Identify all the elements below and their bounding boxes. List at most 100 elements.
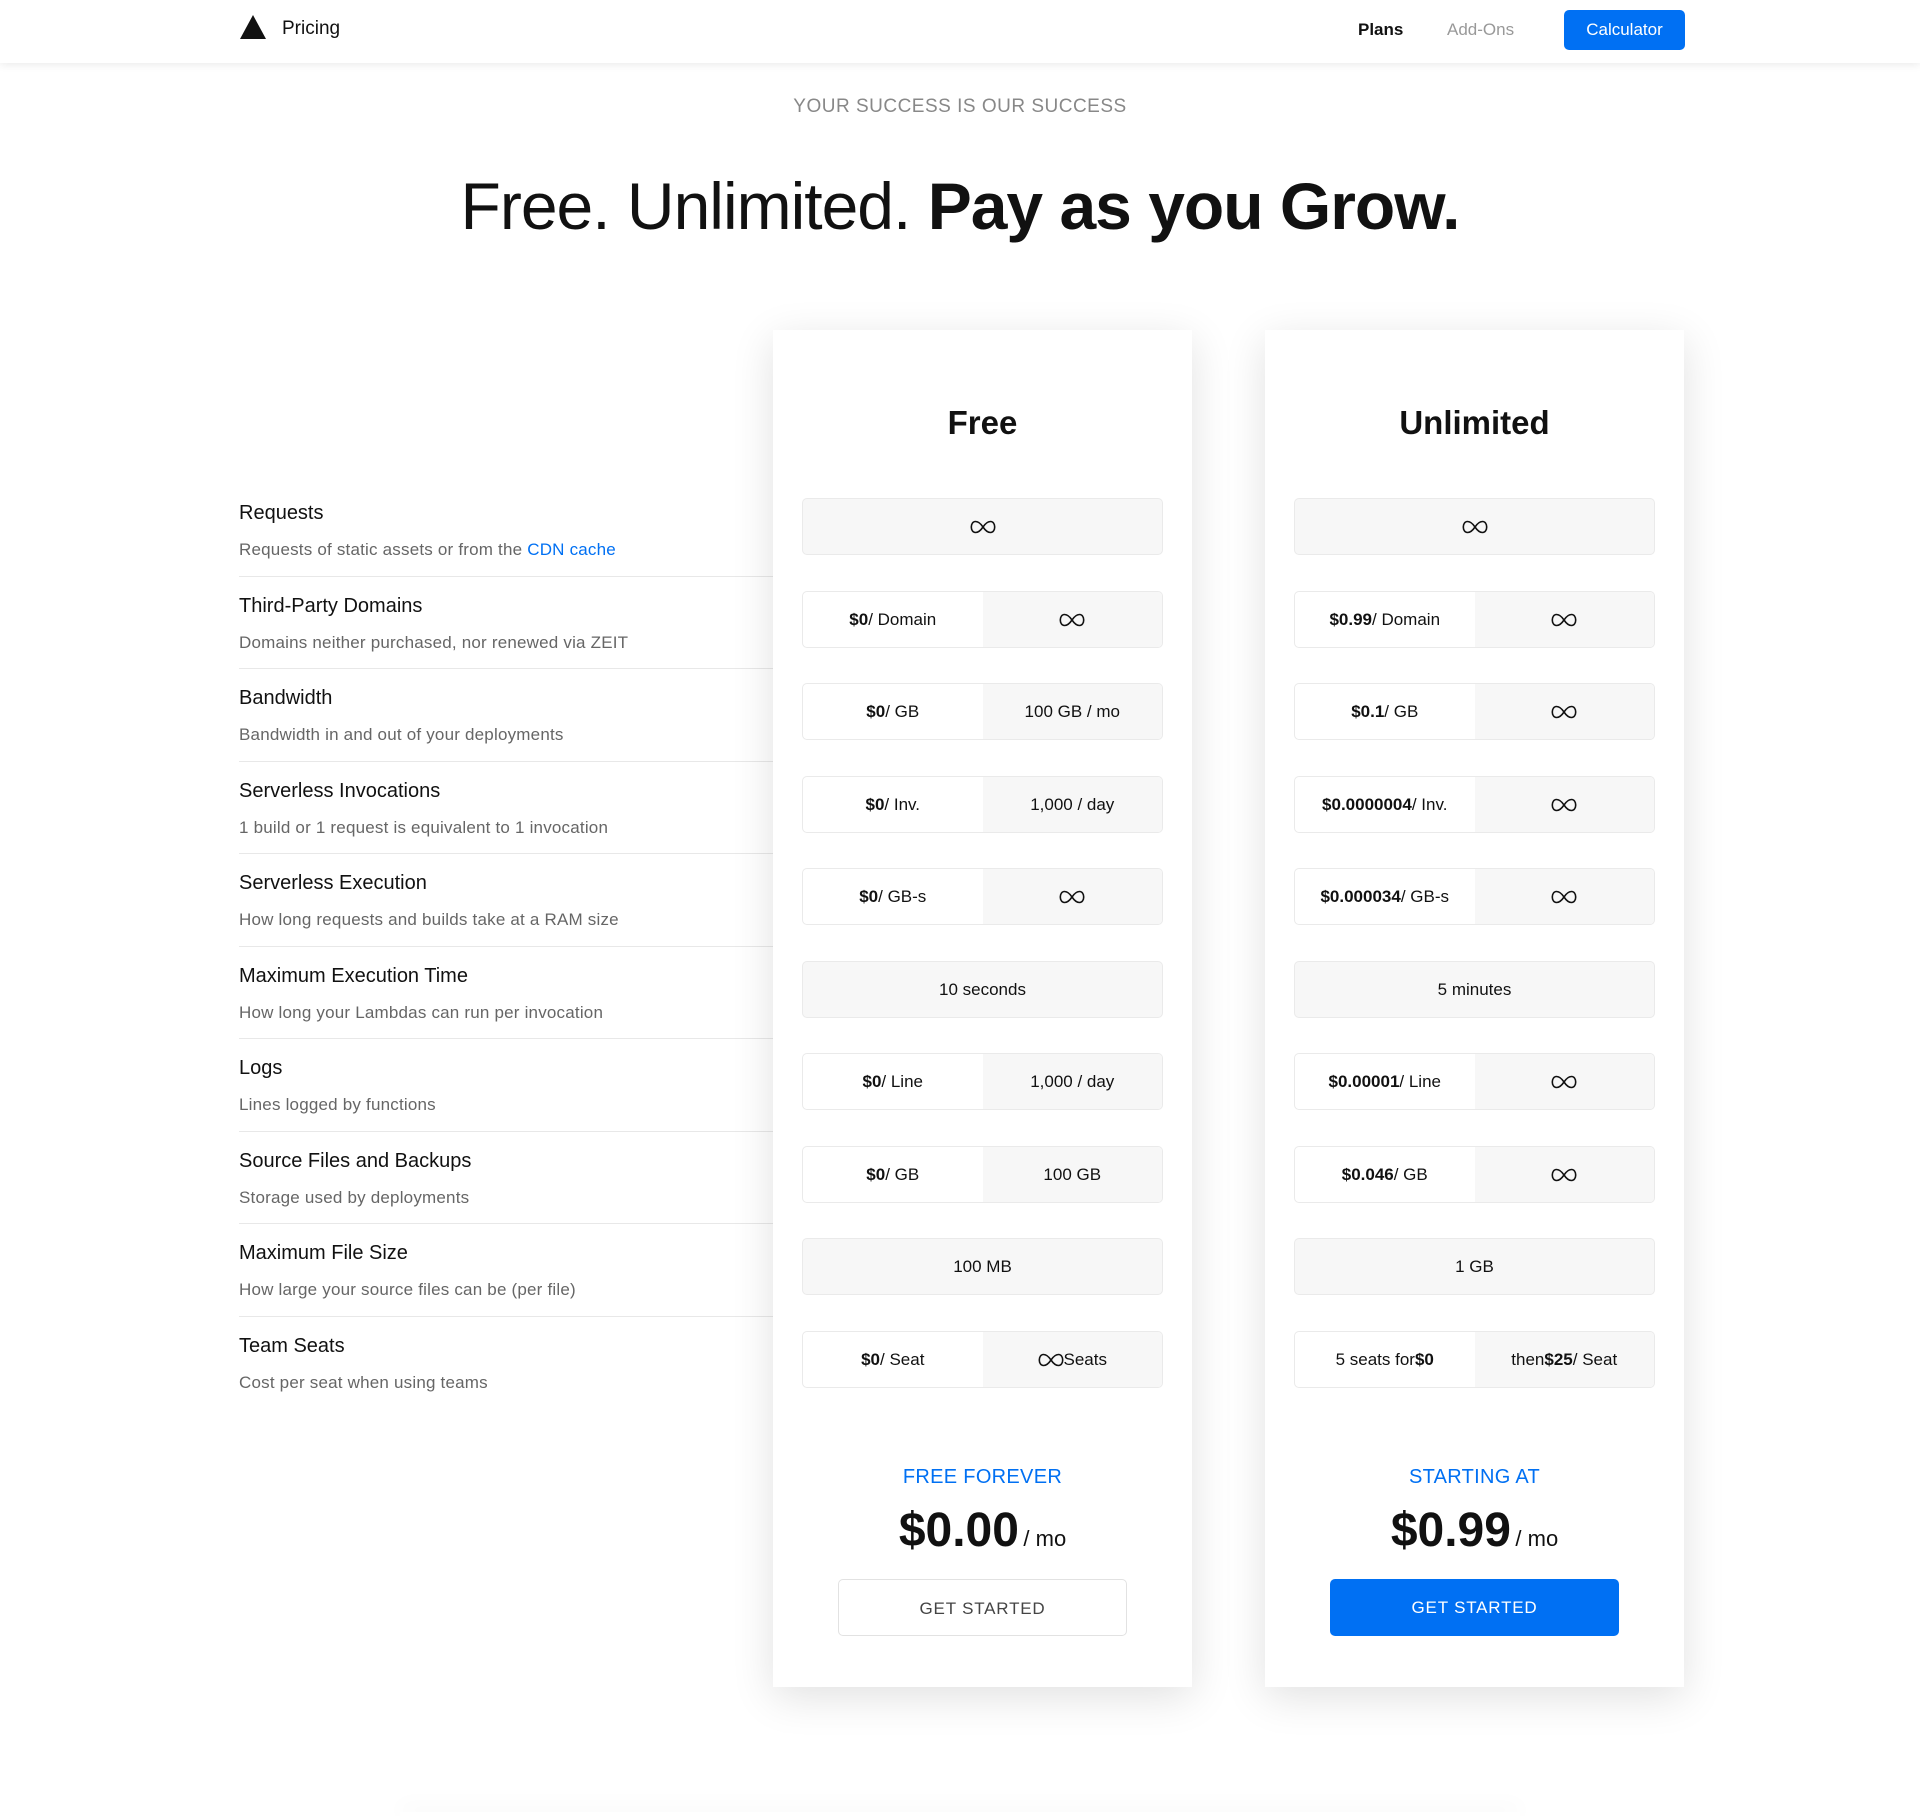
- feature-description: How long your Lambdas can run per invoca…: [239, 1002, 604, 1022]
- price-unit: / Domain: [868, 609, 937, 629]
- price-half: $0 / Seat: [803, 1332, 983, 1387]
- infinity-icon: [1551, 1075, 1577, 1089]
- price-amount: $0.046: [1341, 1164, 1394, 1184]
- domains-value: $0 / Domain: [802, 591, 1163, 648]
- price-eyebrow: STARTING AT: [1408, 1466, 1541, 1488]
- limit-half: [1474, 592, 1654, 647]
- hero-eyebrow: YOUR SUCCESS IS OUR SUCCESS: [793, 96, 1127, 117]
- price-unit: / GB-s: [1400, 886, 1450, 906]
- feature-row-serverless-execution: Serverless Execution How long requests a…: [239, 854, 773, 947]
- price-unit: / Line: [881, 1071, 923, 1091]
- feature-description: Requests of static assets or from the CD…: [239, 540, 616, 560]
- price-half: $0 / Line: [803, 1054, 983, 1109]
- feature-title: Logs: [239, 1057, 283, 1079]
- included-seats-half: 5 seats for $0: [1295, 1332, 1475, 1387]
- extra-seats-half: then $25 / Seat: [1474, 1332, 1654, 1387]
- feature-description-text: Requests of static assets or from the: [239, 540, 528, 559]
- price-unit: / Line: [1399, 1071, 1441, 1091]
- seat-price: $25: [1544, 1349, 1573, 1369]
- price-amount: $0.0000004: [1322, 794, 1412, 814]
- price-half: $0.000034 / GB-s: [1295, 869, 1475, 924]
- requests-value: [802, 498, 1163, 555]
- feature-row-max-file-size: Maximum File Size How large your source …: [239, 1224, 773, 1317]
- feature-row-logs: Logs Lines logged by functions: [239, 1039, 773, 1132]
- price-half: $0 / Domain: [803, 592, 983, 647]
- page-headline: Free. Unlimited. Pay as you Grow.: [0, 168, 1920, 244]
- price-half: $0.046 / GB: [1295, 1147, 1475, 1202]
- limit-half: 100 GB: [982, 1147, 1162, 1202]
- limit-half: [1474, 1147, 1654, 1202]
- get-started-free-button[interactable]: GET STARTED: [838, 1579, 1127, 1636]
- feature-row-max-execution-time: Maximum Execution Time How long your Lam…: [239, 947, 773, 1039]
- plan-price: $0.00 / mo: [773, 1503, 1192, 1558]
- price-amount: $0.99: [1390, 1504, 1511, 1557]
- nav-addons-link[interactable]: Add-Ons: [1447, 20, 1514, 40]
- feature-description: Domains neither purchased, nor renewed v…: [239, 632, 629, 652]
- logs-value: $0 / Line 1,000 / day: [802, 1053, 1163, 1110]
- plan-card-unlimited: Unlimited $0.99 / Domain $0.1 / GB $0.00…: [1265, 330, 1684, 1687]
- max-file-size-value: 1 GB: [1294, 1238, 1655, 1295]
- infinity-icon: [1038, 1353, 1064, 1367]
- price-amount: $0: [866, 701, 886, 721]
- infinity-icon: [1551, 613, 1577, 627]
- price-half: $0.00001 / Line: [1295, 1054, 1475, 1109]
- team-seats-value: $0 / Seat Seats: [802, 1331, 1163, 1388]
- max-file-size-value: 100 MB: [802, 1238, 1163, 1295]
- price-amount: $0: [865, 794, 885, 814]
- infinity-icon: [1059, 890, 1085, 904]
- nav-plans-link[interactable]: Plans: [1358, 20, 1403, 40]
- price-half: $0 / GB: [803, 684, 983, 739]
- included-seats-price: $0: [1414, 1349, 1434, 1369]
- brand-title[interactable]: Pricing: [282, 18, 340, 40]
- feature-title: Requests: [239, 502, 324, 524]
- triangle-logo-icon[interactable]: [239, 14, 267, 40]
- feature-row-third-party-domains: Third-Party Domains Domains neither purc…: [239, 577, 773, 669]
- limit-half: [1474, 684, 1654, 739]
- infinity-icon: [1059, 613, 1085, 627]
- price-amount: $0: [866, 1164, 886, 1184]
- calculator-button[interactable]: Calculator: [1564, 10, 1685, 50]
- price-amount: $0: [859, 886, 879, 906]
- feature-row-serverless-invocations: Serverless Invocations 1 build or 1 requ…: [239, 762, 773, 854]
- bandwidth-value: $0 / GB 100 GB / mo: [802, 683, 1163, 740]
- feature-row-source-files: Source Files and Backups Storage used by…: [239, 1132, 773, 1224]
- price-amount: $0: [849, 609, 869, 629]
- get-started-unlimited-button[interactable]: GET STARTED: [1330, 1579, 1619, 1636]
- limit-half: [1474, 869, 1654, 924]
- max-execution-time-value: 10 seconds: [802, 961, 1163, 1018]
- price-unit: / GB: [885, 701, 920, 721]
- plan-title: Free: [947, 404, 1018, 441]
- price-half: $0 / GB-s: [803, 869, 983, 924]
- seats-label: Seats: [1063, 1349, 1107, 1369]
- price-amount: $0: [862, 1071, 882, 1091]
- infinity-icon: [1462, 520, 1488, 534]
- feature-title: Bandwidth: [239, 687, 333, 709]
- execution-value: $0 / GB-s: [802, 868, 1163, 925]
- price-half: $0.1 / GB: [1295, 684, 1475, 739]
- feature-row-team-seats: Team Seats Cost per seat when using team…: [239, 1317, 773, 1410]
- infinity-icon: [970, 520, 996, 534]
- price-unit: / GB: [1393, 1164, 1428, 1184]
- headline-regular: Free. Unlimited.: [460, 169, 928, 243]
- logs-value: $0.00001 / Line: [1294, 1053, 1655, 1110]
- feature-description: 1 build or 1 request is equivalent to 1 …: [239, 817, 609, 837]
- infinity-icon: [1551, 798, 1577, 812]
- limit-half: [982, 869, 1162, 924]
- source-files-value: $0 / GB 100 GB: [802, 1146, 1163, 1203]
- plan-card-free: Free $0 / Domain $0 / GB 100 GB / mo $0 …: [773, 330, 1192, 1687]
- limit-half: Seats: [982, 1332, 1162, 1387]
- feature-row-bandwidth: Bandwidth Bandwidth in and out of your d…: [239, 669, 773, 762]
- feature-description: Cost per seat when using teams: [239, 1372, 488, 1392]
- price-unit: / GB: [885, 1164, 920, 1184]
- feature-description: How large your source files can be (per …: [239, 1280, 576, 1299]
- limit-half: [1474, 1054, 1654, 1109]
- feature-title: Third-Party Domains: [239, 594, 423, 617]
- price-amount: $0.000034: [1320, 886, 1401, 906]
- limit-half: 1,000 / day: [982, 777, 1162, 832]
- feature-title: Team Seats: [239, 1334, 345, 1357]
- feature-title: Serverless Execution: [239, 872, 427, 894]
- feature-description: Lines logged by functions: [239, 1095, 436, 1114]
- cdn-cache-link[interactable]: CDN cache: [527, 540, 616, 559]
- feature-description: Bandwidth in and out of your deployments: [239, 725, 564, 744]
- top-navigation-bar: Pricing Plans Add-Ons Calculator: [0, 0, 1920, 63]
